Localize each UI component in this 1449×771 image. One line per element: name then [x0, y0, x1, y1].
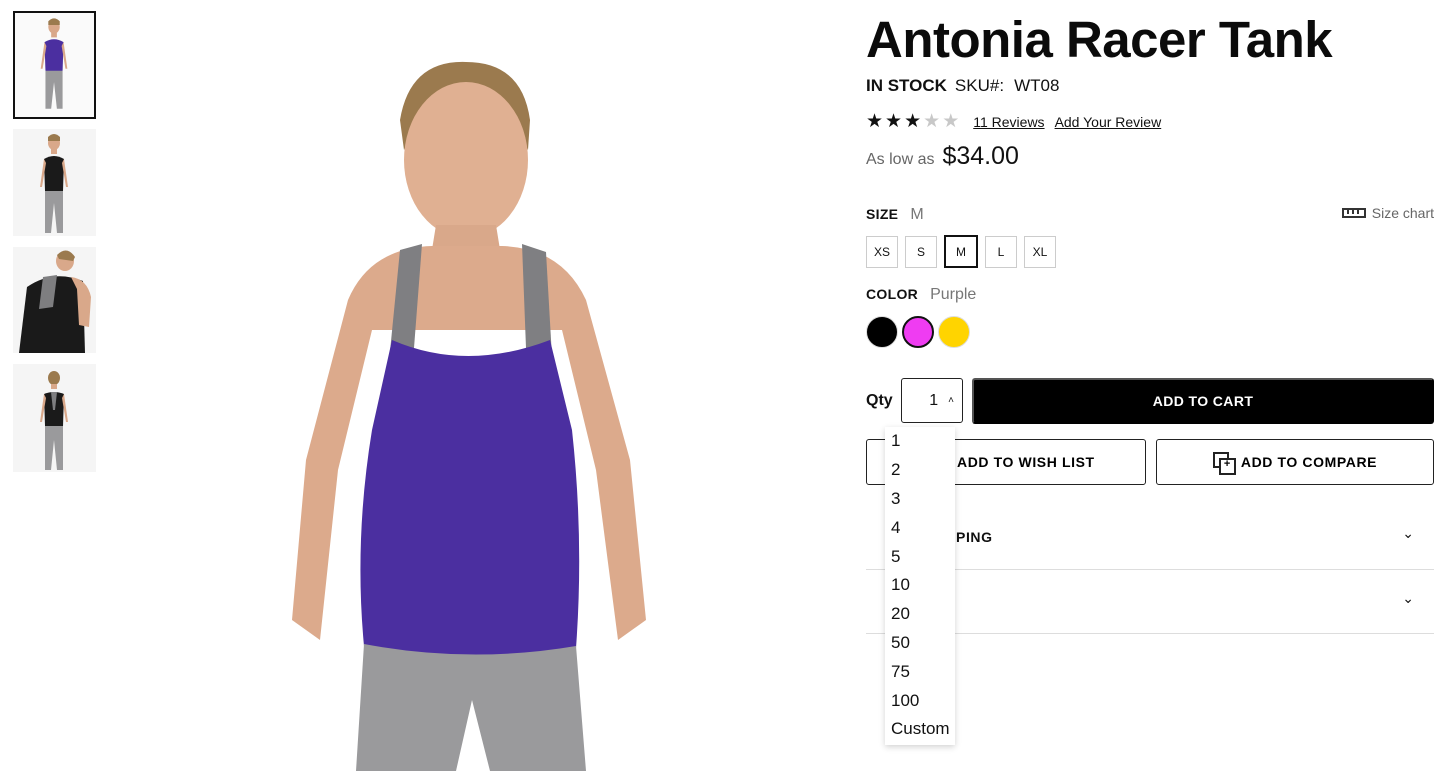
- product-photo: [110, 0, 850, 771]
- accordion-title: PING: [956, 529, 993, 545]
- size-option-label: SIZE M: [866, 206, 924, 224]
- star-empty-icon: ★: [942, 111, 960, 132]
- wish-list-label: ADD TO WISH LIST: [957, 454, 1095, 470]
- price-label: As low as: [866, 151, 935, 168]
- add-review-link[interactable]: Add Your Review: [1055, 114, 1162, 130]
- sku-label: SKU#:: [954, 76, 1005, 95]
- qty-option[interactable]: 75: [885, 657, 955, 686]
- reviews-count-link[interactable]: 11 Reviews: [973, 114, 1044, 130]
- color-label: COLOR: [866, 286, 919, 302]
- star-filled-icon: ★: [866, 111, 884, 132]
- add-to-compare-button[interactable]: ADD TO COMPARE: [1156, 439, 1434, 485]
- qty-option[interactable]: 1: [885, 427, 955, 456]
- color-selected-value: Purple: [930, 286, 977, 303]
- color-option-label: COLOR Purple: [866, 286, 976, 304]
- color-swatch-yellow[interactable]: [938, 316, 970, 348]
- thumbnail-1[interactable]: [13, 11, 96, 119]
- add-to-cart-button[interactable]: ADD TO CART: [972, 378, 1434, 424]
- thumbnail-1-image: [15, 13, 94, 117]
- qty-option[interactable]: 10: [885, 571, 955, 600]
- product-title: Antonia Racer Tank: [866, 11, 1333, 68]
- price-value: $34.00: [942, 142, 1019, 170]
- star-filled-icon: ★: [885, 111, 903, 132]
- size-option-xs[interactable]: XS: [866, 236, 898, 268]
- size-label: SIZE: [866, 206, 899, 222]
- size-chart-link[interactable]: Size chart: [1341, 205, 1434, 221]
- compare-label: ADD TO COMPARE: [1240, 454, 1378, 470]
- qty-option[interactable]: 4: [885, 513, 955, 542]
- price-row: As low as $34.00: [866, 142, 1019, 171]
- thumbnail-3-image: [13, 247, 96, 353]
- qty-option-custom[interactable]: Custom: [885, 715, 955, 744]
- main-product-image[interactable]: [110, 0, 850, 771]
- size-selected-value: M: [910, 206, 924, 223]
- thumbnail-3[interactable]: [13, 247, 96, 353]
- compare-icon: [1212, 452, 1236, 475]
- qty-select[interactable]: 1 ˄: [901, 378, 963, 423]
- sku-value: WT08: [1014, 76, 1060, 95]
- qty-option[interactable]: 50: [885, 629, 955, 658]
- thumbnail-2[interactable]: [13, 129, 96, 236]
- qty-option[interactable]: 2: [885, 456, 955, 485]
- qty-label: Qty: [866, 392, 893, 409]
- size-options: XS S M L XL: [866, 235, 1056, 268]
- chevron-down-icon: ⌄: [1402, 590, 1414, 606]
- chevron-up-icon: ˄: [948, 395, 954, 406]
- star-empty-icon: ★: [923, 111, 941, 132]
- thumbnail-4-image: [13, 364, 96, 472]
- size-option-s[interactable]: S: [905, 236, 937, 268]
- thumbnail-4[interactable]: [13, 364, 96, 472]
- star-filled-icon: ★: [904, 111, 922, 132]
- size-option-m[interactable]: M: [944, 235, 978, 268]
- ruler-icon: [1341, 208, 1366, 218]
- size-option-l[interactable]: L: [985, 236, 1017, 268]
- qty-dropdown-list: 1 2 3 4 5 10 20 50 75 100 Custom: [885, 427, 955, 745]
- thumbnail-2-image: [13, 129, 96, 236]
- qty-option[interactable]: 3: [885, 485, 955, 514]
- size-chart-label: Size chart: [1371, 205, 1434, 221]
- rating-stars: ★ ★ ★ ★ ★: [866, 112, 959, 131]
- qty-option[interactable]: 5: [885, 542, 955, 571]
- rating-row: ★ ★ ★ ★ ★ 11 Reviews Add Your Review: [866, 112, 1161, 131]
- color-swatch-black[interactable]: [866, 316, 898, 348]
- qty-option[interactable]: 100: [885, 686, 955, 715]
- chevron-down-icon: ⌄: [1402, 525, 1414, 541]
- color-swatch-purple[interactable]: [902, 316, 934, 348]
- stock-status: IN STOCK: [866, 76, 947, 95]
- qty-option[interactable]: 20: [885, 600, 955, 629]
- qty-value: 1: [929, 391, 939, 409]
- size-option-xl[interactable]: XL: [1024, 236, 1056, 268]
- color-swatches: [866, 316, 970, 348]
- stock-sku-row: IN STOCK SKU#: WT08: [866, 76, 1059, 96]
